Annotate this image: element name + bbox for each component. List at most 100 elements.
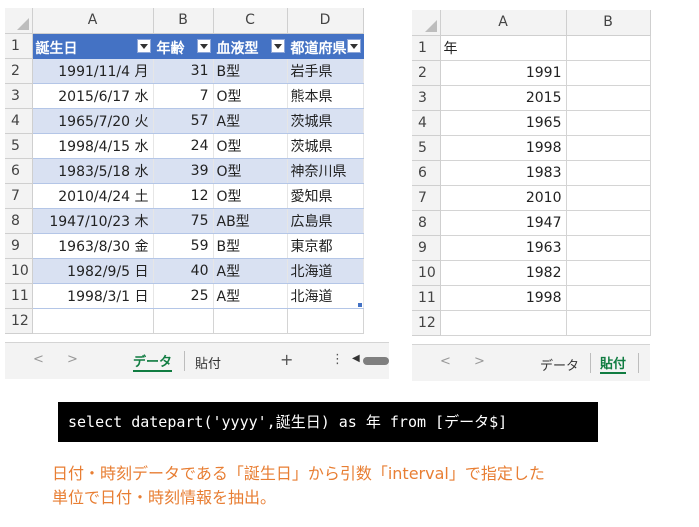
tab-nav-prev-icon[interactable]: <: [33, 352, 44, 367]
cell[interactable]: 31: [153, 58, 214, 84]
add-sheet-button[interactable]: +: [280, 350, 293, 369]
tab-paste[interactable]: 貼付: [195, 353, 221, 372]
cell[interactable]: 愛知県: [287, 183, 364, 209]
cell[interactable]: 広島県: [287, 208, 364, 234]
cell[interactable]: 北海道: [287, 283, 364, 309]
row-header[interactable]: 12: [412, 310, 441, 336]
filter-dropdown-icon[interactable]: [136, 38, 151, 53]
cell[interactable]: 1991: [440, 60, 567, 86]
row-header[interactable]: 9: [5, 233, 33, 259]
row-header[interactable]: 10: [412, 260, 441, 286]
row-header[interactable]: 6: [412, 160, 441, 186]
cell[interactable]: [566, 260, 651, 286]
cell[interactable]: 1963/8/30 金: [32, 233, 154, 259]
row-header[interactable]: 3: [5, 83, 33, 109]
cell[interactable]: [566, 85, 651, 111]
cell[interactable]: 東京都: [287, 233, 364, 259]
cell[interactable]: 2010/4/24 土: [32, 183, 154, 209]
tab-nav-prev-icon[interactable]: <: [440, 354, 451, 369]
cell[interactable]: O型: [213, 183, 288, 209]
table-header-birthday[interactable]: 誕生日: [32, 33, 154, 59]
cell[interactable]: O型: [213, 83, 288, 109]
table-header-age[interactable]: 年齢: [153, 33, 214, 59]
row-header[interactable]: 4: [5, 108, 33, 134]
row-header[interactable]: 10: [5, 258, 33, 284]
cell[interactable]: 1965/7/20 火: [32, 108, 154, 134]
cell[interactable]: 1947: [440, 210, 567, 236]
cell[interactable]: 2015: [440, 85, 567, 111]
select-all-corner[interactable]: [412, 10, 441, 36]
cell[interactable]: 1982/9/5 日: [32, 258, 154, 284]
cell[interactable]: 2010: [440, 185, 567, 211]
scroll-left-icon[interactable]: ◀: [352, 353, 360, 364]
row-header[interactable]: 1: [5, 33, 33, 59]
cell[interactable]: A型: [213, 258, 288, 284]
cell[interactable]: 2015/6/17 水: [32, 83, 154, 109]
cell[interactable]: [566, 310, 651, 336]
cell[interactable]: 59: [153, 233, 214, 259]
row-header[interactable]: 4: [412, 110, 441, 136]
cell[interactable]: [153, 308, 214, 334]
cell[interactable]: 熊本県: [287, 83, 364, 109]
cell[interactable]: 25: [153, 283, 214, 309]
select-all-corner[interactable]: [5, 8, 33, 34]
cell[interactable]: 年: [440, 35, 567, 61]
cell[interactable]: 岩手県: [287, 58, 364, 84]
cell[interactable]: O型: [213, 158, 288, 184]
cell[interactable]: A型: [213, 283, 288, 309]
cell[interactable]: 茨城県: [287, 108, 364, 134]
cell[interactable]: 1983/5/18 水: [32, 158, 154, 184]
cell[interactable]: 1998/4/15 水: [32, 133, 154, 159]
row-header[interactable]: 5: [412, 135, 441, 161]
row-header[interactable]: 7: [5, 183, 33, 209]
cell[interactable]: [32, 308, 154, 334]
cell[interactable]: [566, 60, 651, 86]
cell[interactable]: 北海道: [287, 258, 364, 284]
row-header[interactable]: 7: [412, 185, 441, 211]
table-header-prefecture[interactable]: 都道府県: [287, 33, 364, 59]
tab-data[interactable]: データ: [133, 351, 173, 372]
tab-nav-next-icon[interactable]: >: [474, 354, 485, 369]
col-header-a[interactable]: A: [440, 10, 567, 36]
cell[interactable]: B型: [213, 233, 288, 259]
cell[interactable]: 40: [153, 258, 214, 284]
row-header[interactable]: 11: [5, 283, 33, 309]
cell[interactable]: 75: [153, 208, 214, 234]
cell[interactable]: 1947/10/23 木: [32, 208, 154, 234]
row-header[interactable]: 8: [412, 210, 441, 236]
cell[interactable]: 茨城県: [287, 133, 364, 159]
cell[interactable]: [440, 310, 567, 336]
cell[interactable]: 神奈川県: [287, 158, 364, 184]
tab-data[interactable]: データ: [540, 355, 579, 374]
cell[interactable]: [566, 185, 651, 211]
filter-dropdown-icon[interactable]: [196, 38, 211, 53]
table-resize-handle-icon[interactable]: [357, 302, 362, 307]
cell[interactable]: 12: [153, 183, 214, 209]
row-header[interactable]: 3: [412, 85, 441, 111]
filter-dropdown-icon[interactable]: [270, 38, 285, 53]
cell[interactable]: 1965: [440, 110, 567, 136]
cell[interactable]: 7: [153, 83, 214, 109]
cell[interactable]: [566, 210, 651, 236]
cell[interactable]: [566, 285, 651, 311]
filter-dropdown-icon[interactable]: [346, 38, 361, 53]
row-header[interactable]: 2: [412, 60, 441, 86]
cell[interactable]: [566, 35, 651, 61]
cell[interactable]: 1983: [440, 160, 567, 186]
more-options-icon[interactable]: ⋮: [331, 352, 344, 367]
col-header-a[interactable]: A: [32, 8, 154, 34]
cell[interactable]: 24: [153, 133, 214, 159]
cell[interactable]: O型: [213, 133, 288, 159]
cell[interactable]: 1998/3/1 日: [32, 283, 154, 309]
row-header[interactable]: 1: [412, 35, 441, 61]
cell[interactable]: [566, 235, 651, 261]
row-header[interactable]: 6: [5, 158, 33, 184]
row-header[interactable]: 11: [412, 285, 441, 311]
col-header-d[interactable]: D: [287, 8, 364, 34]
tab-nav-next-icon[interactable]: >: [67, 352, 78, 367]
cell[interactable]: A型: [213, 108, 288, 134]
cell[interactable]: 1998: [440, 135, 567, 161]
cell[interactable]: 1991/11/4 月: [32, 58, 154, 84]
cell[interactable]: 39: [153, 158, 214, 184]
cell[interactable]: AB型: [213, 208, 288, 234]
